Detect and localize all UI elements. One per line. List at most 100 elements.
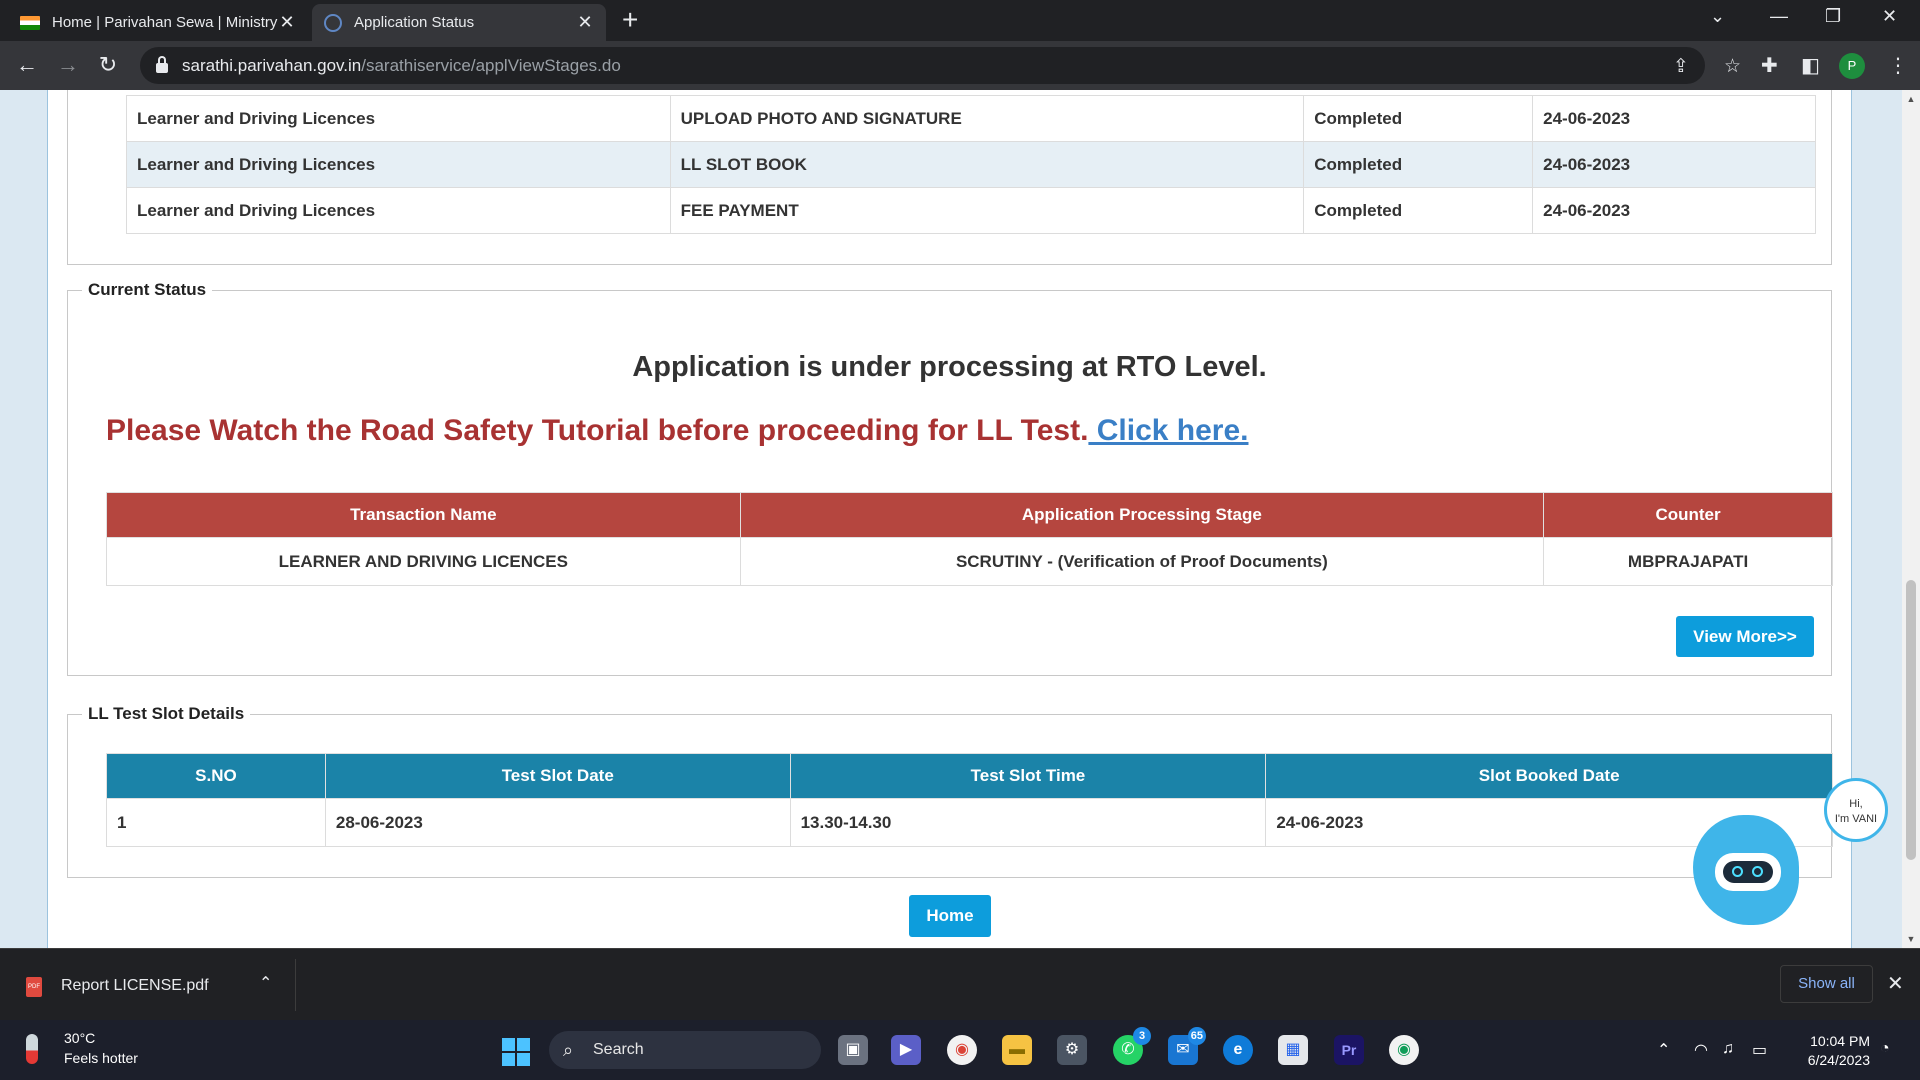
address-bar[interactable]: sarathi.parivahan.gov.in /sarathiservice…: [140, 47, 1741, 84]
page-viewport: Learner and Driving Licences UPLOAD PHOT…: [0, 90, 1902, 948]
home-button[interactable]: Home: [909, 895, 991, 937]
minimize-button[interactable]: —: [1770, 6, 1788, 27]
status-message: Application is under processing at RTO L…: [632, 351, 1267, 383]
close-icon[interactable]: ✕: [278, 12, 296, 33]
thermometer-icon[interactable]: [26, 1034, 38, 1064]
page-container: Learner and Driving Licences UPLOAD PHOT…: [47, 90, 1852, 948]
url-host: sarathi.parivahan.gov.in: [182, 55, 362, 75]
system-clock[interactable]: 10:04 PM 6/24/2023: [1770, 1032, 1870, 1070]
browser-toolbar: ← → ↻ sarathi.parivahan.gov.in /sarathis…: [0, 41, 1920, 90]
stage-date: 24-06-2023: [1532, 141, 1816, 188]
scroll-thumb[interactable]: [1906, 580, 1916, 860]
column-header: Transaction Name: [106, 492, 741, 538]
page-scrollbar[interactable]: ▲ ▼: [1902, 90, 1920, 948]
bookmark-star-icon[interactable]: ☆: [1724, 55, 1741, 78]
stage-transaction: Learner and Driving Licences: [126, 95, 671, 142]
column-header: Test Slot Date: [324, 753, 791, 799]
share-icon[interactable]: ⇪: [1673, 55, 1689, 78]
chevron-up-icon[interactable]: ⌃: [259, 973, 272, 993]
table-row: Learner and Driving Licences UPLOAD PHOT…: [126, 95, 1816, 142]
tab-application-status[interactable]: Application Status ✕: [312, 4, 606, 41]
battery-icon[interactable]: ▭: [1752, 1040, 1767, 1060]
stage-name: LL SLOT BOOK: [669, 141, 1305, 188]
current-status-panel: Current Status Application is under proc…: [67, 280, 1833, 676]
processing-stage-cell: SCRUTINY - (Verification of Proof Docume…: [739, 537, 1545, 586]
robot-eye: [1732, 866, 1743, 877]
url-path: /sarathiservice/applViewStages.do: [361, 55, 621, 75]
close-icon[interactable]: ✕: [1887, 971, 1904, 996]
stage-transaction: Learner and Driving Licences: [126, 141, 671, 188]
robot-eye: [1752, 866, 1763, 877]
settings-gear-icon[interactable]: ⚙: [1057, 1035, 1087, 1065]
back-arrow-icon[interactable]: ←: [12, 51, 42, 81]
menu-kebab-icon[interactable]: ⋮: [1888, 53, 1908, 78]
counter-cell: MBPRAJAPATI: [1543, 537, 1833, 586]
stage-status: Completed: [1303, 95, 1534, 142]
application-stages-panel: Learner and Driving Licences UPLOAD PHOT…: [67, 90, 1832, 265]
search-icon: ⌕: [563, 1040, 574, 1060]
view-more-button[interactable]: View More>>: [1676, 616, 1814, 657]
clock-date: 6/24/2023: [1807, 1052, 1870, 1068]
search-label: Search: [593, 1041, 644, 1058]
chatbot-greeting-line: Hi,: [1849, 798, 1863, 810]
stage-status: Completed: [1303, 187, 1534, 234]
side-panel-icon[interactable]: ◧: [1801, 53, 1820, 78]
mail-icon[interactable]: ✉ 65: [1168, 1027, 1206, 1065]
stages-table: Learner and Driving Licences UPLOAD PHOT…: [126, 95, 1816, 234]
taskbar-search[interactable]: ⌕ Search: [549, 1031, 821, 1069]
restore-button[interactable]: ❐: [1825, 6, 1841, 27]
download-shelf: PDF Report LICENSE.pdf ⌃ Show all ✕: [0, 948, 1920, 1020]
task-view-icon[interactable]: ▣: [838, 1035, 868, 1065]
windows-taskbar: 30°C Feels hotter ⌕ Search ▣ ▶ ◉ ▬ ⚙ ✆ 3 …: [0, 1020, 1920, 1080]
vani-chatbot-avatar[interactable]: [1693, 775, 1823, 935]
new-tab-button[interactable]: +: [622, 6, 638, 34]
stage-date: 24-06-2023: [1532, 95, 1816, 142]
volume-icon[interactable]: ♫: [1722, 1040, 1734, 1058]
extensions-puzzle-icon[interactable]: ✚: [1761, 53, 1778, 78]
whatsapp-badge: 3: [1133, 1027, 1151, 1045]
forward-arrow-icon[interactable]: →: [53, 51, 83, 81]
table-row: Learner and Driving Licences FEE PAYMENT…: [126, 187, 1816, 234]
windows-start-icon[interactable]: [502, 1038, 530, 1066]
chevron-up-icon[interactable]: ⌃: [1657, 1040, 1670, 1060]
table-row: LEARNER AND DRIVING LICENCES SCRUTINY - …: [106, 537, 1833, 586]
show-all-button[interactable]: Show all: [1780, 965, 1873, 1003]
window-close-button[interactable]: ✕: [1882, 6, 1897, 27]
stage-name: FEE PAYMENT: [669, 187, 1305, 234]
edge-icon[interactable]: e: [1223, 1035, 1253, 1065]
tab-parivahan-home[interactable]: Home | Parivahan Sewa | Ministry ✕: [8, 4, 308, 41]
tab-search-chevron-icon[interactable]: ⌄: [1710, 6, 1725, 27]
column-header: Test Slot Time: [789, 753, 1267, 799]
scroll-up-arrow-icon[interactable]: ▲: [1902, 94, 1920, 104]
notification-icon[interactable]: ◔: [1880, 1040, 1890, 1058]
teams-chat-icon[interactable]: ▶: [891, 1035, 921, 1065]
download-file-name[interactable]: Report LICENSE.pdf: [61, 977, 209, 995]
scroll-down-arrow-icon[interactable]: ▼: [1902, 934, 1920, 944]
browser-tab-strip: Home | Parivahan Sewa | Ministry ✕ Appli…: [0, 0, 1920, 41]
table-row: 1 28-06-2023 13.30-14.30 24-06-2023: [106, 798, 1833, 847]
tab-title: Application Status: [354, 14, 475, 31]
weather-temperature[interactable]: 30°C: [64, 1030, 95, 1046]
file-explorer-icon[interactable]: ▬: [1002, 1035, 1032, 1065]
premiere-pro-icon[interactable]: Pr: [1334, 1035, 1364, 1065]
whatsapp-icon[interactable]: ✆ 3: [1113, 1027, 1151, 1065]
column-header: Counter: [1543, 492, 1833, 538]
wifi-icon[interactable]: ◠: [1694, 1040, 1708, 1060]
stage-transaction: Learner and Driving Licences: [126, 187, 671, 234]
tab-title: Home | Parivahan Sewa | Ministry: [52, 14, 278, 31]
slot-details-table: S.NO Test Slot Date Test Slot Time Slot …: [106, 753, 1833, 847]
chatbot-greeting-bubble[interactable]: Hi, I'm VANI: [1824, 778, 1888, 842]
close-icon[interactable]: ✕: [576, 12, 594, 33]
profile-avatar[interactable]: P: [1839, 53, 1865, 79]
india-flag-icon: [20, 15, 40, 30]
serial-number-cell: 1: [106, 798, 326, 847]
weather-description[interactable]: Feels hotter: [64, 1050, 138, 1066]
microsoft-store-icon[interactable]: ▦: [1278, 1035, 1308, 1065]
pdf-file-icon: PDF: [26, 977, 42, 997]
chrome-profile-icon[interactable]: ◉: [1389, 1035, 1419, 1065]
chrome-icon[interactable]: ◉: [947, 1035, 977, 1065]
table-header-row: Transaction Name Application Processing …: [106, 492, 1833, 538]
tutorial-link[interactable]: Click here.: [1088, 414, 1249, 447]
divider: [295, 959, 296, 1011]
reload-icon[interactable]: ↻: [93, 51, 123, 81]
